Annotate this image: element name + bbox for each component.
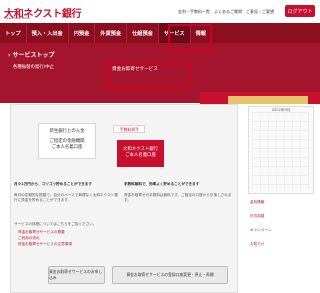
sidebar-link-fx[interactable]: 外貨為替 (250, 214, 264, 219)
diagram-card-left: 新生銀行との入金 ご指定の金融機関 ご本人名義口座 (38, 123, 96, 159)
nav-label-structured: 仕組預金 (132, 30, 153, 37)
section-note: サービスの詳細についてはこちらをご覧ください。 (14, 222, 97, 226)
link-overview[interactable]: 資金お取寄せサービスの概要 (18, 230, 65, 235)
menu-link-bank-transfer[interactable]: 各種振替の発行/中止 (13, 64, 54, 70)
nav-label-yen: 円預金 (73, 30, 90, 37)
section-left-heading: 月々1万円から、コツコツ貯めることができます (14, 182, 92, 186)
nav-item-yen[interactable]: 円預金 (69, 23, 96, 43)
diagram-left-title: 新生銀行との入金 (49, 129, 85, 134)
util-link-rates[interactable]: 金利・手数料一覧 (178, 9, 210, 15)
diagram-left-body: ご指定の金融機関 ご本人名義口座 (49, 139, 85, 150)
logout-button[interactable]: ログアウト (285, 5, 315, 17)
section-right-heading: 手数料無料で、効率よく貯めることができます (124, 182, 200, 186)
bank-logo-sub: Daiwa Next Bank (4, 16, 30, 20)
site-header: 大和ネクスト銀行 Daiwa Next Bank 金利・手数料一覧 よくあるご質… (0, 0, 320, 23)
sidebar-link-rates[interactable]: 金利情報 (250, 200, 264, 205)
sidebar-link-news[interactable]: お知らせ (250, 242, 264, 247)
link-notes[interactable]: 資金お取寄せサービスの注意事項 (18, 242, 72, 247)
section-right-body: 資金お取寄せの手数料は無料です。ご指定の口座から引落しされます。 (124, 193, 232, 202)
nav-label-foreign: 外貨預金 (100, 30, 122, 37)
menu-title-service-top[interactable]: サービストップ (8, 50, 54, 59)
nav-label-top: トップ (5, 30, 21, 37)
nav-item-structured[interactable]: 仕組預金 (127, 23, 159, 43)
apply-service-button[interactable]: 資金お取寄せサービスのお申し込み (48, 266, 105, 284)
main-nav: トップ 預入・入出金 円預金 外貨預金 仕組預金 サービス 情報 (0, 23, 320, 43)
util-link-feedback[interactable]: ご意見・ご要望 (246, 9, 274, 15)
utility-links: 金利・手数料一覧 よくあるご質問 ご意見・ご要望 (178, 9, 274, 15)
change-account-button[interactable]: 資金お取寄せサービスの登録口座変更・停止・再開 (112, 266, 228, 284)
nav-item-deposit[interactable]: 預入・入出金 (27, 23, 69, 43)
util-link-faq[interactable]: よくあるご質問 (214, 9, 242, 15)
link-flow[interactable]: ご利用の流れ (18, 236, 40, 241)
diagram-fee-label: 手数料0円 (113, 125, 145, 133)
nav-item-top[interactable]: トップ (0, 23, 27, 43)
nav-label-deposit: 預入・入出金 (31, 30, 63, 37)
calendar-grid (252, 112, 310, 190)
highlight-menu-service (107, 63, 191, 89)
diagram-fee-text: 手数料0円 (119, 127, 139, 132)
nav-item-foreign[interactable]: 外貨預金 (95, 23, 128, 43)
sidebar-link-campaign[interactable]: キャンペーン (250, 228, 271, 233)
highlight-nav-service (168, 24, 212, 52)
diagram-card-right: 大和ネクスト銀行 ご本人名義口座 (117, 140, 164, 167)
diagram-right-body: 大和ネクスト銀行 ご本人名義口座 (123, 147, 158, 158)
promo-banner-text-area (228, 96, 308, 104)
section-left-body: 毎月の定期的な振替で、自分のペースで無理なく大和ネクスト銀行に資金を貯めることが… (14, 193, 118, 202)
